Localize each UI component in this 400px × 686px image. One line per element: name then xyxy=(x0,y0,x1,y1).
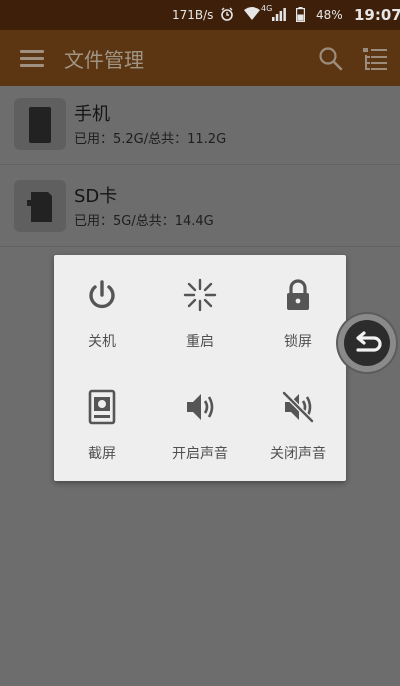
restart-icon xyxy=(183,278,217,312)
app-bar: 文件管理 xyxy=(0,30,400,86)
volume-off-icon xyxy=(282,391,314,423)
restart-button[interactable]: 重启 xyxy=(152,259,248,359)
signal-icon xyxy=(272,8,286,21)
volume-on-icon xyxy=(187,394,214,420)
clock: 19:07 xyxy=(354,6,400,24)
storage-usage: 已用：5G/总共：14.4G xyxy=(74,214,214,229)
sound-off-button[interactable]: 关闭声音 xyxy=(250,371,346,471)
phone-icon xyxy=(29,107,51,143)
action-label: 重启 xyxy=(186,334,214,350)
divider xyxy=(0,164,400,165)
storage-usage: 已用：5.2G/总共：11.2G xyxy=(74,132,227,147)
screenshot-icon xyxy=(88,389,116,425)
list-item-sd-card[interactable]: SD卡 已用：5G/总共：14.4G xyxy=(0,168,400,244)
floating-back-button[interactable] xyxy=(338,314,396,372)
action-label: 开启声音 xyxy=(172,446,228,462)
status-bar: 171B/s 4G 48% 19:07 xyxy=(0,0,400,30)
sd-card-icon xyxy=(27,192,52,222)
search-icon[interactable] xyxy=(318,46,344,72)
power-icon xyxy=(89,280,115,309)
battery-icon xyxy=(296,7,305,22)
alarm-icon xyxy=(221,7,233,21)
power-off-button[interactable]: 关机 xyxy=(54,259,150,359)
sound-on-button[interactable]: 开启声音 xyxy=(152,371,248,471)
list-item-phone-storage[interactable]: 手机 已用：5.2G/总共：11.2G xyxy=(0,86,400,162)
page-title: 文件管理 xyxy=(64,48,144,72)
menu-icon[interactable] xyxy=(20,50,44,68)
battery-level: 48% xyxy=(316,8,343,22)
power-menu-dialog: 关机 重启 锁屏 截屏 开启声音 关闭声音 xyxy=(54,255,346,481)
back-icon xyxy=(356,331,382,352)
action-label: 截屏 xyxy=(88,446,116,462)
action-label: 关闭声音 xyxy=(270,446,326,462)
action-label: 锁屏 xyxy=(284,334,312,350)
action-label: 关机 xyxy=(88,334,116,350)
network-type: 4G xyxy=(261,4,273,13)
lock-screen-button[interactable]: 锁屏 xyxy=(250,259,346,359)
list-settings-icon[interactable] xyxy=(362,46,388,72)
network-speed: 171B/s xyxy=(172,8,214,22)
storage-name: 手机 xyxy=(74,104,110,125)
storage-name: SD卡 xyxy=(74,186,118,207)
screenshot-button[interactable]: 截屏 xyxy=(54,371,150,471)
lock-icon xyxy=(287,279,309,310)
wifi-icon xyxy=(244,7,260,20)
divider xyxy=(0,246,400,247)
